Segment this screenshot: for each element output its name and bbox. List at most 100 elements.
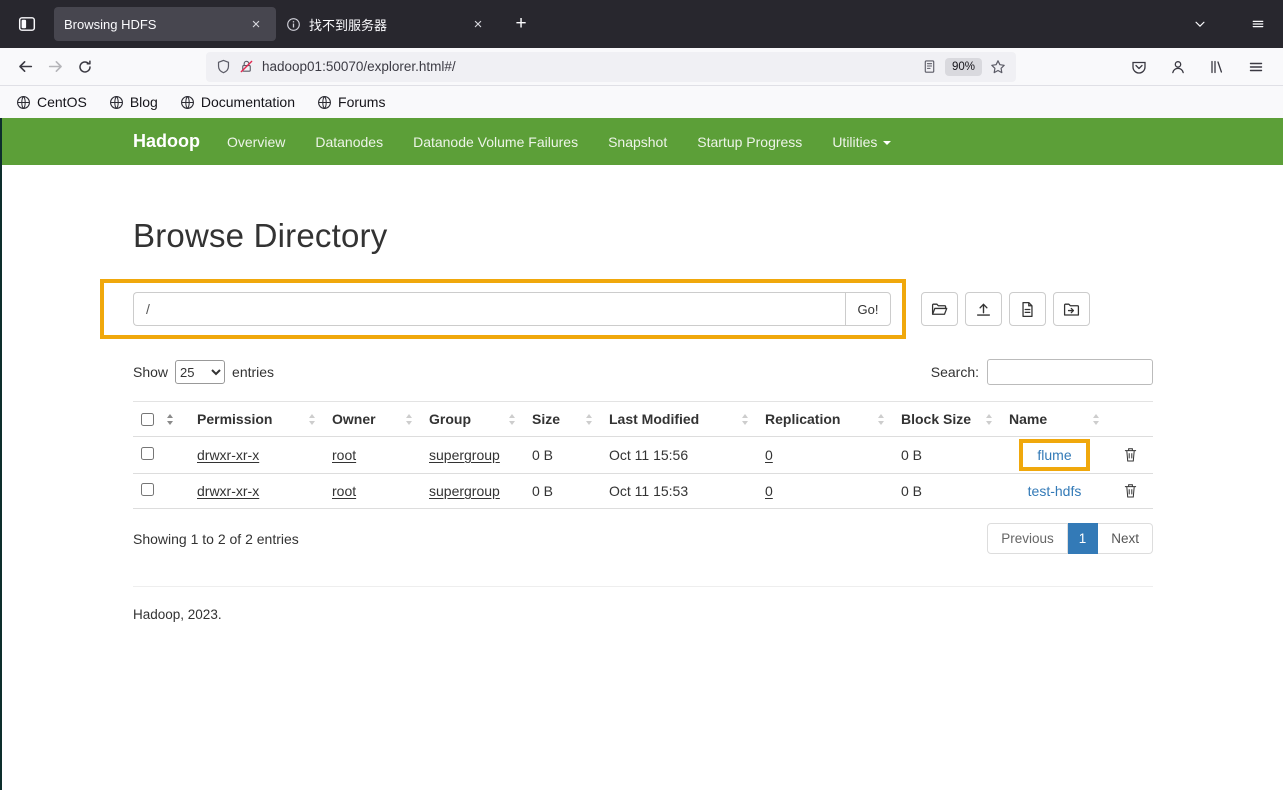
page-size-select[interactable]: 25: [175, 360, 226, 384]
header-permission[interactable]: Permission: [189, 401, 324, 437]
header-size[interactable]: Size: [524, 401, 601, 437]
create-folder-button[interactable]: [1053, 292, 1090, 326]
file-info-button[interactable]: [1009, 292, 1046, 326]
browser-toolbar: hadoop01:50070/explorer.html#/ 90%: [0, 48, 1283, 86]
toolbar-right-icons: [1124, 52, 1273, 82]
tab-title: 找不到服务器: [309, 17, 388, 33]
nav-item-snapshot[interactable]: Snapshot: [593, 118, 682, 165]
open-folder-button[interactable]: [921, 292, 958, 326]
footer-divider: [133, 586, 1153, 587]
insecure-lock-icon[interactable]: [239, 59, 254, 74]
bookmark-blog[interactable]: Blog: [109, 94, 158, 110]
back-icon[interactable]: [10, 52, 40, 82]
upload-icon: [975, 301, 992, 318]
firefox-view-icon[interactable]: [12, 9, 42, 39]
bookmark-documentation[interactable]: Documentation: [180, 94, 295, 110]
pocket-icon[interactable]: [1124, 52, 1154, 82]
footer-text: Hadoop, 2023.: [133, 607, 222, 622]
search-label: Search:: [930, 364, 979, 380]
nav-item-utilities-dropdown[interactable]: Utilities: [817, 118, 906, 165]
size-value: 0 B: [532, 447, 554, 463]
library-icon[interactable]: [1202, 52, 1232, 82]
permission-value[interactable]: drwxr-xr-x: [197, 483, 259, 499]
replication-value[interactable]: 0: [765, 483, 773, 499]
group-value[interactable]: supergroup: [429, 447, 500, 463]
file-text-icon: [1019, 301, 1036, 318]
path-row: Go!: [100, 279, 1153, 339]
window-menu-icon[interactable]: [1245, 11, 1271, 37]
header-owner[interactable]: Owner: [324, 401, 421, 437]
bookmark-centos[interactable]: CentOS: [16, 94, 87, 110]
directory-link-test-hdfs[interactable]: test-hdfs: [1028, 483, 1082, 499]
upload-file-button[interactable]: [965, 292, 1002, 326]
bookmark-label: Blog: [129, 94, 158, 110]
table-search: Search:: [931, 359, 1153, 385]
delete-button[interactable]: [1122, 445, 1139, 464]
select-all-header[interactable]: [133, 401, 189, 437]
header-name[interactable]: Name: [1001, 401, 1108, 437]
open-folder-icon: [931, 301, 948, 318]
nav-item-startup-progress[interactable]: Startup Progress: [682, 118, 817, 165]
hadoop-navbar: Hadoop Overview Datanodes Datanode Volum…: [0, 118, 1283, 165]
forward-icon[interactable]: [40, 52, 70, 82]
bookmark-star-icon[interactable]: [990, 59, 1006, 75]
group-value[interactable]: supergroup: [429, 483, 500, 499]
next-page-button[interactable]: Next: [1098, 523, 1153, 554]
directory-link-flume[interactable]: flume: [1037, 447, 1071, 463]
browser-tab-active[interactable]: Browsing HDFS ×: [54, 7, 276, 41]
reload-icon[interactable]: [70, 52, 100, 82]
select-all-checkbox[interactable]: [141, 412, 154, 426]
new-tab-button[interactable]: +: [506, 9, 536, 39]
tracking-shield-icon[interactable]: [216, 59, 231, 74]
sort-icon: [166, 413, 174, 426]
folder-arrow-icon: [1063, 301, 1080, 318]
header-group[interactable]: Group: [421, 401, 524, 437]
permission-value[interactable]: drwxr-xr-x: [197, 447, 259, 463]
explorer-page: Browse Directory Go! Show 25 entries: [100, 217, 1153, 662]
row-checkbox[interactable]: [141, 483, 154, 496]
owner-value[interactable]: root: [332, 483, 356, 499]
table-controls: Show 25 entries Search:: [133, 359, 1153, 385]
path-highlight-box: Go!: [100, 279, 906, 339]
hadoop-brand[interactable]: Hadoop: [133, 131, 200, 152]
header-last-modified[interactable]: Last Modified: [601, 401, 757, 437]
menu-hamburger-icon[interactable]: [1241, 52, 1271, 82]
sort-icon: [405, 413, 413, 426]
directory-path-input[interactable]: [133, 292, 845, 326]
header-block-size[interactable]: Block Size: [893, 401, 1001, 437]
list-all-tabs-chevron-icon[interactable]: [1185, 9, 1215, 39]
sort-icon: [585, 413, 593, 426]
url-bar[interactable]: hadoop01:50070/explorer.html#/ 90%: [206, 51, 1016, 82]
nav-item-datanode-volume-failures[interactable]: Datanode Volume Failures: [398, 118, 593, 165]
tab-close-icon[interactable]: ×: [468, 14, 488, 34]
block-size-value: 0 B: [901, 447, 923, 463]
go-button[interactable]: Go!: [845, 292, 891, 326]
globe-icon: [16, 95, 31, 110]
delete-button[interactable]: [1122, 481, 1139, 500]
browser-tab-inactive[interactable]: 找不到服务器 ×: [276, 7, 498, 41]
previous-page-button[interactable]: Previous: [987, 523, 1068, 554]
show-label: Show: [133, 364, 169, 380]
search-input[interactable]: [987, 359, 1153, 385]
url-text[interactable]: hadoop01:50070/explorer.html#/: [262, 59, 914, 74]
header-replication[interactable]: Replication: [757, 401, 893, 437]
table-footer: Showing 1 to 2 of 2 entries Previous 1 N…: [133, 523, 1153, 554]
caret-down-icon: [883, 140, 892, 145]
zoom-level-badge[interactable]: 90%: [944, 57, 982, 76]
table-row: drwxr-xr-x root supergroup 0 B Oct 11 15…: [133, 473, 1153, 509]
owner-value[interactable]: root: [332, 447, 356, 463]
bookmark-forums[interactable]: Forums: [317, 94, 385, 110]
globe-icon: [180, 95, 195, 110]
current-page-button[interactable]: 1: [1067, 523, 1099, 554]
reader-mode-icon[interactable]: [922, 59, 937, 74]
bookmarks-bar: CentOS Blog Documentation Forums: [0, 86, 1283, 118]
bookmark-label: Documentation: [200, 94, 296, 110]
size-value: 0 B: [532, 483, 554, 499]
account-icon[interactable]: [1163, 52, 1193, 82]
row-checkbox[interactable]: [141, 447, 154, 460]
nav-item-overview[interactable]: Overview: [212, 118, 300, 165]
replication-value[interactable]: 0: [765, 447, 773, 463]
bookmark-label: Forums: [338, 94, 386, 110]
nav-item-datanodes[interactable]: Datanodes: [300, 118, 398, 165]
tab-close-icon[interactable]: ×: [246, 14, 266, 34]
